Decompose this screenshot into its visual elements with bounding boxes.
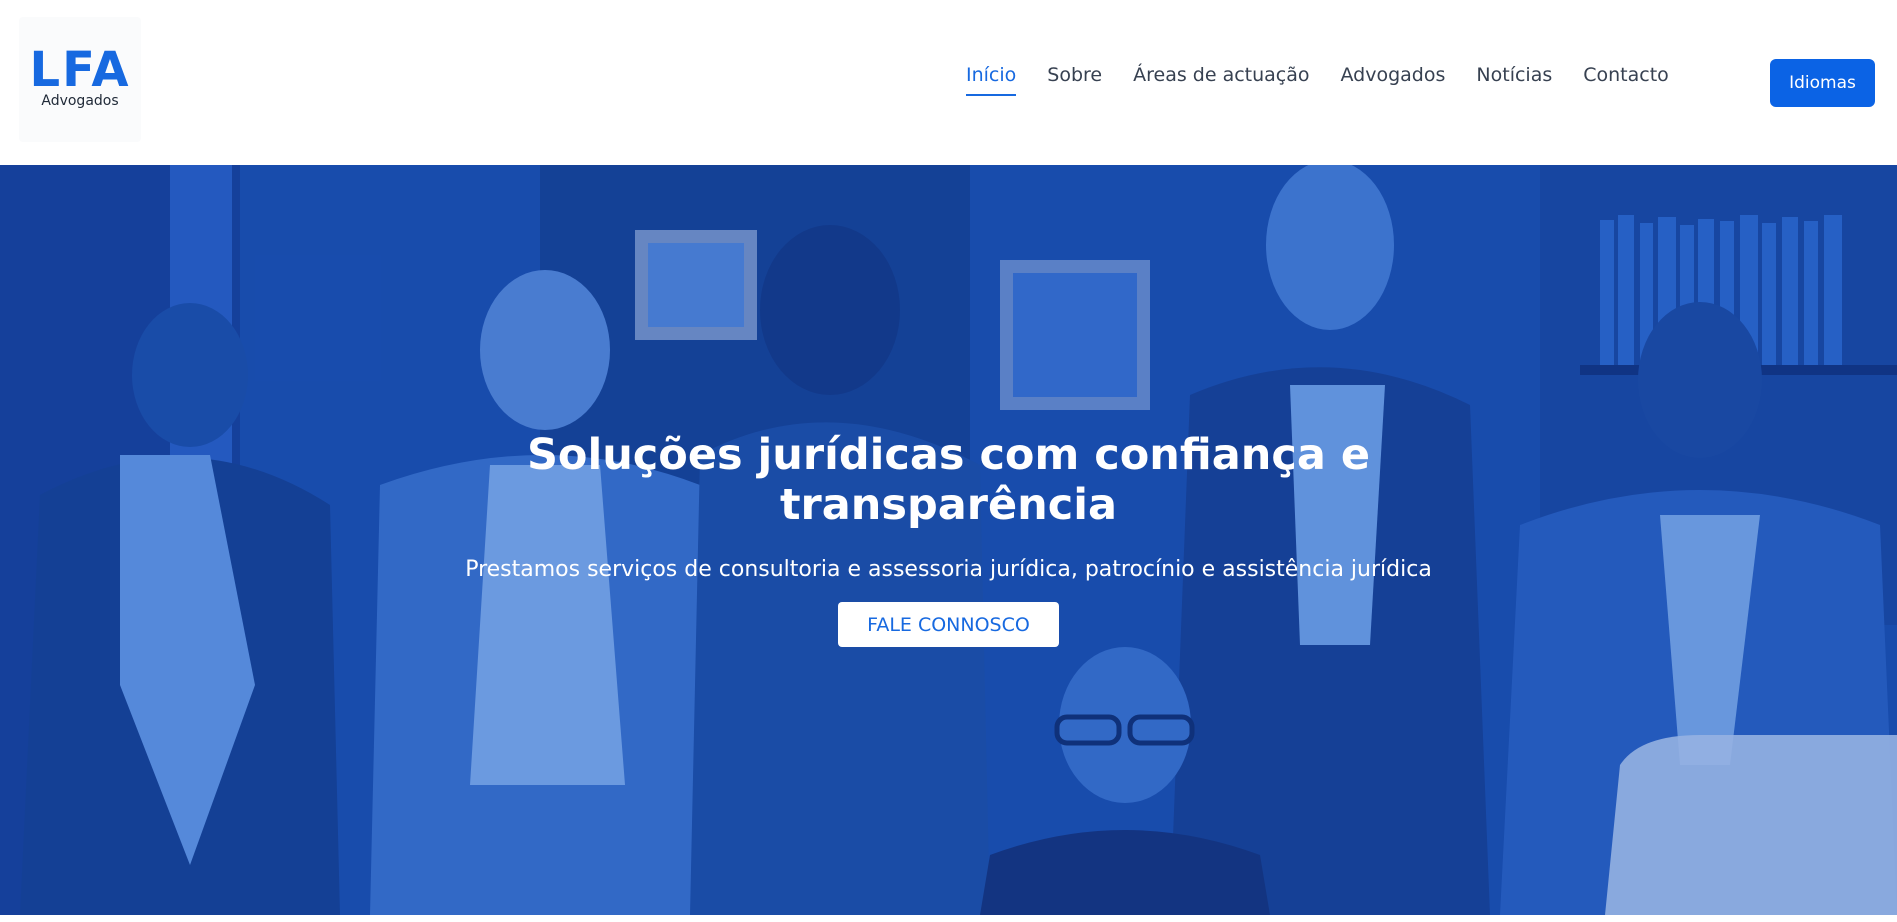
logo-subtitle: Advogados: [41, 93, 119, 109]
hero-banner: Soluções jurídicas com confiança e trans…: [0, 165, 1897, 915]
nav-item-areas[interactable]: Áreas de actuação: [1133, 64, 1309, 96]
hero-title: Soluções jurídicas com confiança e trans…: [526, 430, 1371, 530]
hero-subtitle: Prestamos serviços de consultoria e asse…: [465, 557, 1432, 582]
main-nav: Início Sobre Áreas de actuação Advogados…: [966, 64, 1669, 104]
nav-item-sobre[interactable]: Sobre: [1047, 64, 1102, 96]
site-header: LFA Advogados Início Sobre Áreas de actu…: [0, 0, 1897, 165]
logo-mark: LFA: [29, 42, 131, 98]
nav-item-contacto[interactable]: Contacto: [1583, 64, 1669, 96]
nav-item-inicio[interactable]: Início: [966, 64, 1017, 96]
page-bottom-divider: [0, 915, 1897, 922]
hero-content: Soluções jurídicas com confiança e trans…: [0, 430, 1897, 647]
nav-item-noticias[interactable]: Notícias: [1476, 64, 1552, 96]
language-button[interactable]: Idiomas: [1770, 59, 1875, 107]
nav-item-advogados[interactable]: Advogados: [1341, 64, 1446, 96]
contact-cta-button[interactable]: FALE CONNOSCO: [838, 602, 1059, 647]
logo[interactable]: LFA Advogados: [19, 17, 141, 142]
